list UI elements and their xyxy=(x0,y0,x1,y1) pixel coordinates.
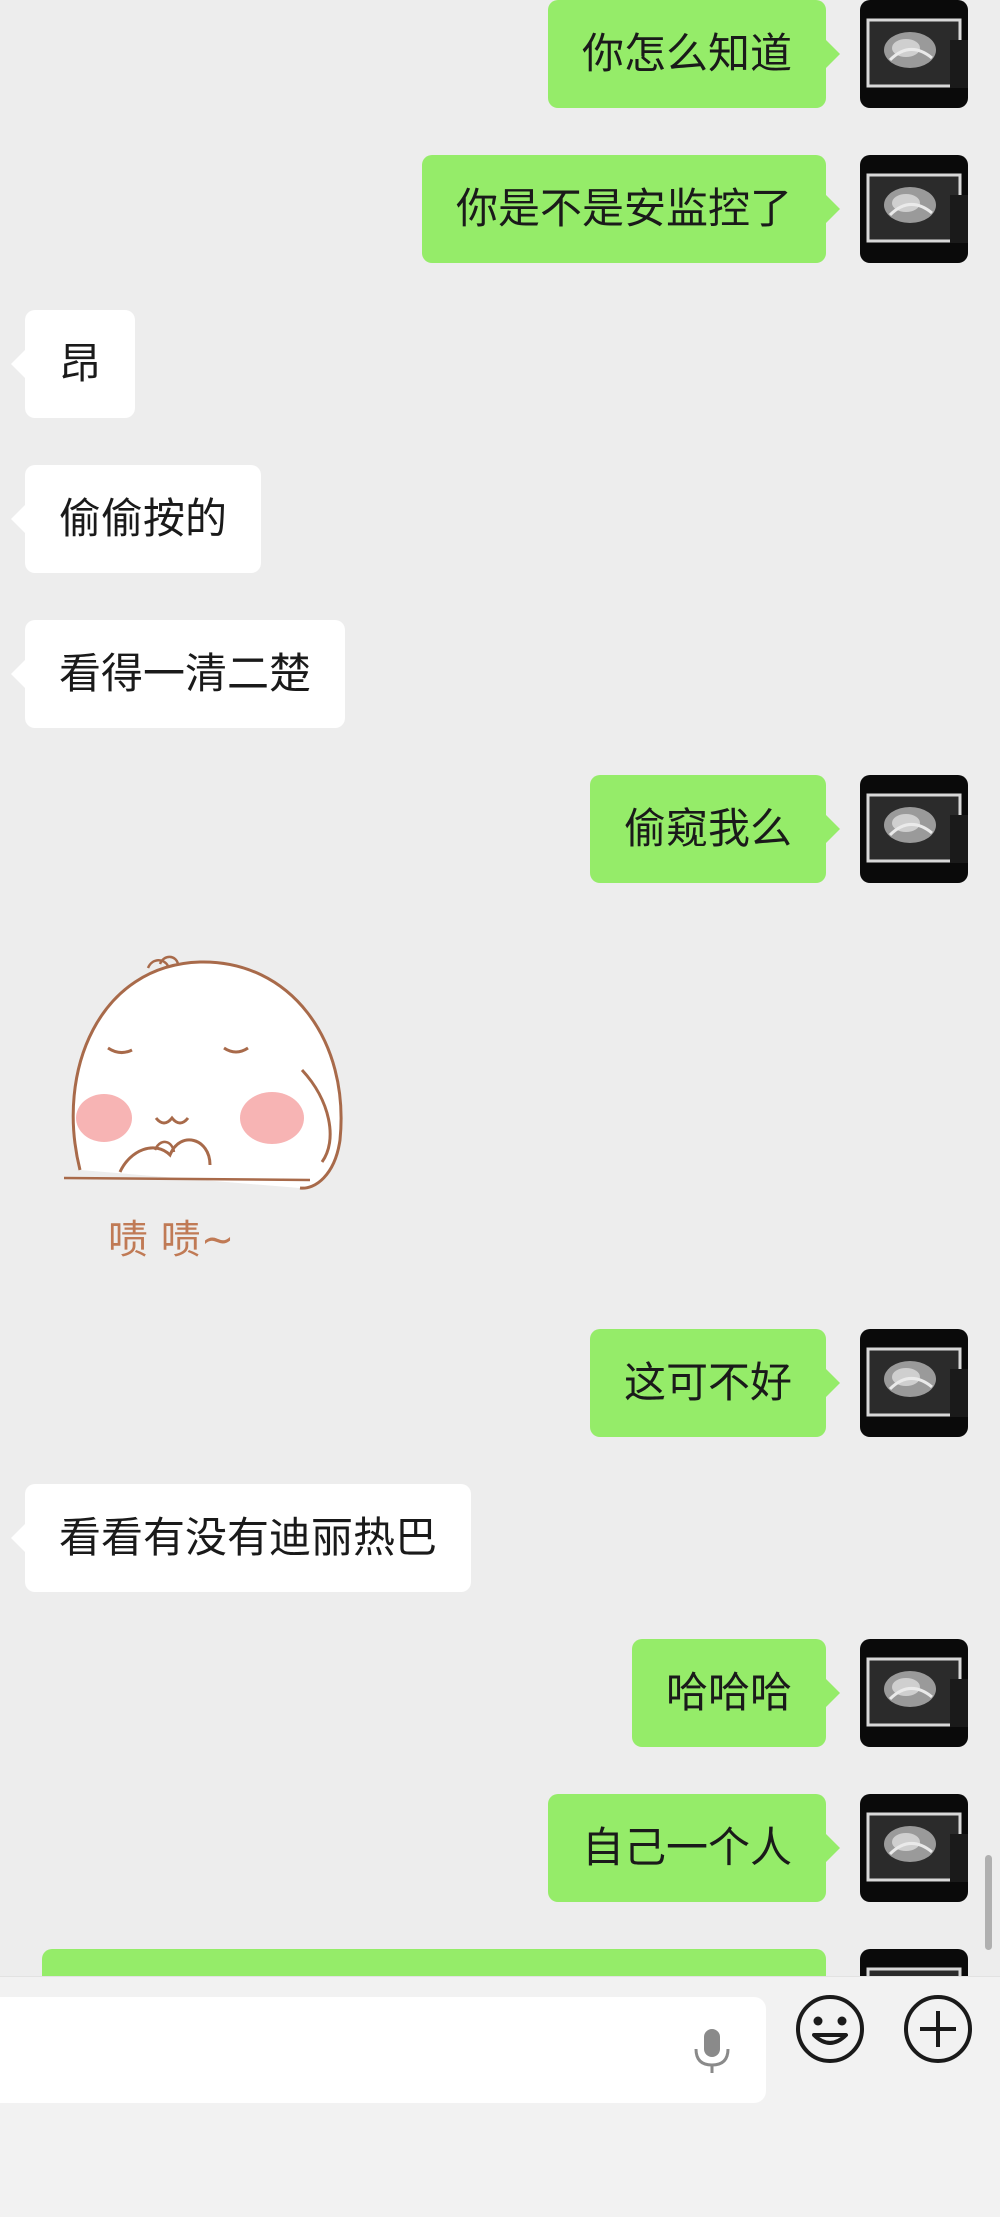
plus-icon[interactable] xyxy=(898,1989,978,2069)
message-input[interactable] xyxy=(0,1997,766,2103)
message-bubble[interactable]: 你是不是安监控了 xyxy=(421,155,841,263)
emoji-icon[interactable] xyxy=(790,1989,870,2069)
message-bubble[interactable]: 自己一个人 xyxy=(547,1794,841,1902)
message-bubble[interactable]: 这可不好 xyxy=(589,1329,841,1437)
message-bubble[interactable]: 看得一清二楚 xyxy=(10,620,346,728)
my-avatar[interactable] xyxy=(860,1794,968,1902)
my-avatar[interactable] xyxy=(860,155,968,263)
input-bar xyxy=(0,1976,1000,2217)
sticker-message[interactable]: 啧 啧~ xyxy=(60,950,360,1280)
sticker-caption: 啧 啧~ xyxy=(108,1217,234,1263)
my-avatar[interactable] xyxy=(860,1329,968,1437)
scrollbar[interactable] xyxy=(985,1855,992,1950)
sticker-image: 啧 啧~ xyxy=(63,955,343,1263)
microphone-icon[interactable] xyxy=(690,2027,734,2077)
message-bubble[interactable]: 看看有没有迪丽热巴 xyxy=(10,1484,472,1592)
my-avatar[interactable] xyxy=(860,0,968,108)
message-bubble[interactable]: 昂 xyxy=(10,310,136,418)
message-bubble[interactable]: 偷窥我么 xyxy=(589,775,841,883)
message-bubble[interactable]: 你怎么知道 xyxy=(547,0,841,108)
message-bubble[interactable]: 哈哈哈 xyxy=(631,1639,841,1747)
my-avatar[interactable] xyxy=(860,1639,968,1747)
message-bubble[interactable]: 偷偷按的 xyxy=(10,465,262,573)
my-avatar[interactable] xyxy=(860,775,968,883)
